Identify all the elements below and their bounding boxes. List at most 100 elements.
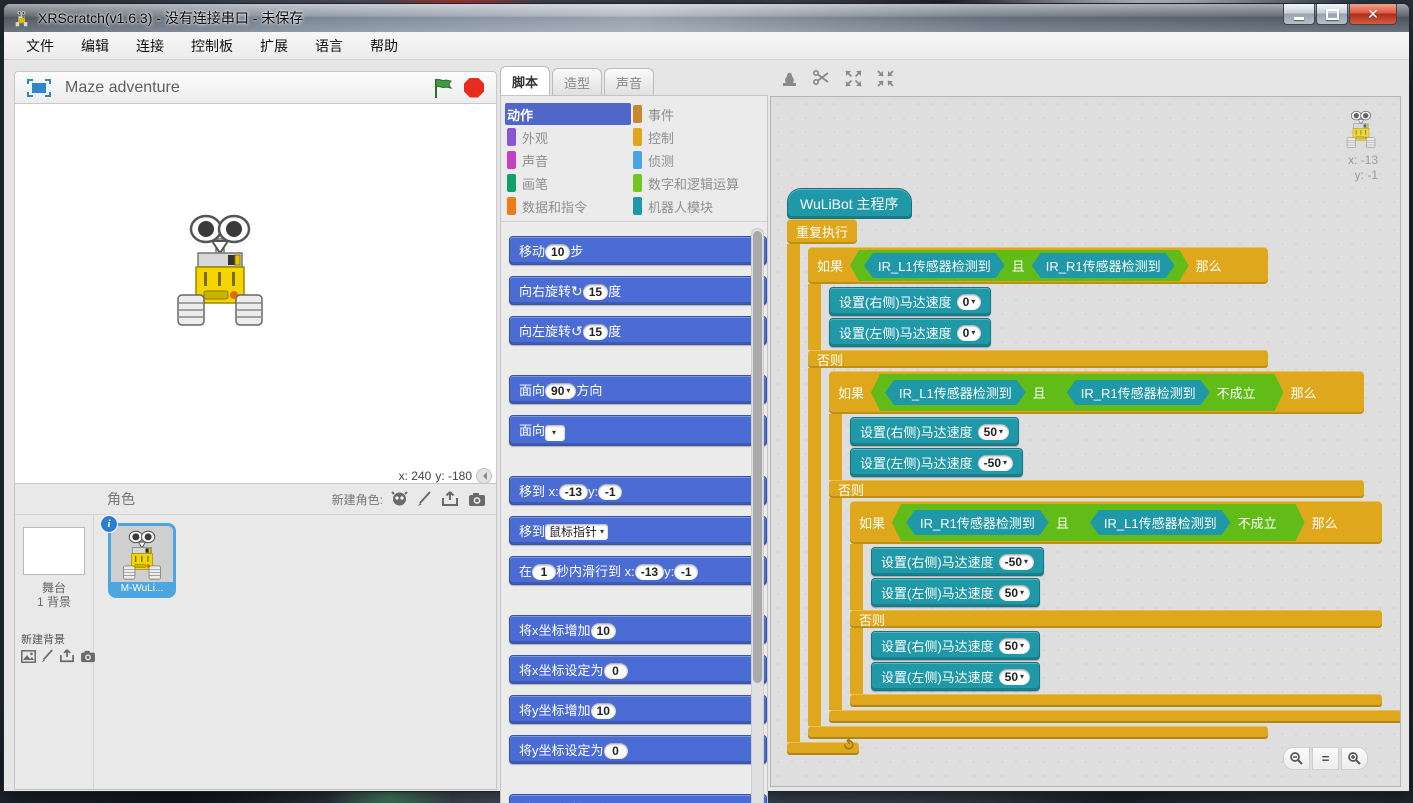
and-operator[interactable]: IR_R1传感器检测到 且 IR_L1传感器检测到 不成立 (892, 504, 1305, 541)
mouse-pointer-dropdown[interactable]: 鼠标指针 (545, 524, 608, 540)
block-glide[interactable]: 在1秒内滑行到 x:-13y:-1 (509, 556, 767, 585)
block-set-x[interactable]: 将x坐标设定为0 (509, 655, 767, 684)
and-operator[interactable]: IR_L1传感器检测到 且 IR_R1传感器检测到 不成立 (871, 374, 1284, 411)
category-data[interactable]: 数据和指令 (505, 195, 631, 217)
green-flag-button[interactable] (432, 77, 454, 99)
and-operator[interactable]: IR_L1传感器检测到 且 IR_R1传感器检测到 (850, 250, 1189, 281)
zoom-controls: = (1283, 747, 1368, 770)
block-turn-right[interactable]: 向右旋转↻15度 (509, 276, 767, 305)
not-operator[interactable]: IR_R1传感器检测到 不成立 (1053, 377, 1270, 408)
category-robot[interactable]: 机器人模块 (631, 195, 763, 217)
stamp-duplicate-icon[interactable] (780, 69, 799, 88)
dropdown-icon[interactable] (545, 425, 565, 441)
block-turn-left[interactable]: 向左旋转↺15度 (509, 316, 767, 345)
category-motion[interactable]: 动作 (505, 103, 631, 125)
sprite-library-icon[interactable] (391, 491, 408, 507)
grow-icon[interactable] (844, 69, 863, 88)
sensor-IR-L1[interactable]: IR_L1传感器检测到 (885, 380, 1026, 405)
sensing-color-swatch (633, 151, 642, 169)
menu-help[interactable]: 帮助 (370, 36, 398, 56)
scissors-delete-icon[interactable] (812, 69, 831, 88)
fullscreen-icon[interactable] (27, 79, 51, 97)
palette-scrollbar[interactable] (751, 228, 764, 803)
shrink-icon[interactable] (876, 69, 895, 88)
looks-color-swatch (507, 128, 516, 146)
stop-button[interactable] (464, 78, 484, 98)
palette-column: 脚本 造型 声音 动作 事件 外观 控制 声音 侦测 画笔 数字和逻辑运算 数据… (500, 67, 768, 789)
stage-canvas[interactable] (14, 104, 497, 468)
menu-edit[interactable]: 编辑 (81, 36, 109, 56)
if-else-block-3[interactable]: 如果 IR_R1传感器检测到 且 IR_L1传感器检测到 (850, 501, 1382, 707)
set-right-motor-block[interactable]: 设置(右侧)马达速度-50 (871, 547, 1044, 576)
title-bar[interactable]: XRScratch(v1.6.3) - 没有连接串口 - 未保存 ✕ (4, 4, 1409, 32)
upload-icon[interactable] (59, 649, 75, 663)
set-right-motor-block[interactable]: 设置(右侧)马达速度50 (871, 631, 1040, 660)
camera-icon[interactable] (468, 492, 486, 507)
category-operators[interactable]: 数字和逻辑运算 (631, 172, 763, 194)
not-operator[interactable]: IR_L1传感器检测到 不成立 (1076, 507, 1291, 538)
category-looks[interactable]: 外观 (505, 126, 631, 148)
sound-color-swatch (507, 151, 516, 169)
image-icon[interactable] (21, 650, 36, 663)
robot-color-swatch (633, 197, 642, 215)
hat-block-main-program[interactable]: WuLiBot 主程序 (787, 188, 912, 219)
close-button[interactable]: ✕ (1349, 4, 1397, 25)
paintbrush-icon[interactable] (417, 491, 432, 507)
forever-block[interactable]: 重复执行 如果 IR_L1传感器检测到 且 IR_R1传感器检测到 (787, 219, 1401, 755)
sensor-IR-R1[interactable]: IR_R1传感器检测到 (906, 510, 1049, 535)
robot-sprite-on-stage[interactable] (170, 209, 270, 329)
block-set-y[interactable]: 将y坐标设定为0 (509, 735, 767, 764)
category-control[interactable]: 控制 (631, 126, 763, 148)
scrollbar-thumb[interactable] (753, 231, 762, 683)
tab-costumes[interactable]: 造型 (552, 68, 602, 95)
menu-language[interactable]: 语言 (315, 36, 343, 56)
category-sensing[interactable]: 侦测 (631, 149, 763, 171)
if-else-block-1[interactable]: 如果 IR_L1传感器检测到 且 IR_R1传感器检测到 那么 (808, 247, 1401, 739)
zoom-out-button[interactable] (1283, 747, 1310, 770)
tab-scripts[interactable]: 脚本 (500, 66, 550, 95)
collapse-stage-button[interactable] (476, 468, 492, 484)
block-point-direction[interactable]: 面向90方向 (509, 375, 767, 404)
category-sound[interactable]: 声音 (505, 149, 631, 171)
maximize-button[interactable] (1316, 4, 1348, 25)
set-left-motor-block[interactable]: 设置(左侧)马达速度0 (829, 318, 991, 347)
if-else-block-2[interactable]: 如果 IR_L1传感器检测到 且 IR_R1传感器检测到 不成立 (829, 371, 1401, 723)
set-left-motor-block[interactable]: 设置(左侧)马达速度50 (871, 578, 1040, 607)
menu-connect[interactable]: 连接 (136, 36, 164, 56)
block-change-x[interactable]: 将x坐标增加10 (509, 615, 767, 644)
zoom-in-button[interactable] (1341, 747, 1368, 770)
workspace: Maze adventure x: 240 y: -180 (4, 60, 1409, 791)
block-goto-xy[interactable]: 移到 x:-13y:-1 (509, 476, 767, 505)
menu-file[interactable]: 文件 (26, 36, 54, 56)
block-move[interactable]: 移动10步 (509, 236, 767, 265)
zoom-reset-button[interactable]: = (1312, 747, 1339, 770)
category-events[interactable]: 事件 (631, 103, 763, 125)
menu-board[interactable]: 控制板 (191, 36, 233, 56)
sprite-thumbnail[interactable] (108, 523, 176, 582)
sensor-IR-L1[interactable]: IR_L1传感器检测到 (1090, 510, 1231, 535)
block-goto-mouse[interactable]: 移到鼠标指针 (509, 516, 767, 545)
script-stack[interactable]: WuLiBot 主程序 重复执行 如果 IR_L1传感器检测到 且 (787, 188, 1401, 755)
category-pen[interactable]: 画笔 (505, 172, 631, 194)
set-right-motor-block[interactable]: 设置(右侧)马达速度50 (850, 417, 1019, 446)
set-left-motor-block[interactable]: 设置(左侧)马达速度-50 (850, 448, 1023, 477)
script-area[interactable]: x: -13 y: -1 WuLiBot 主程序 重复执行 如果 (770, 96, 1401, 787)
minimize-button[interactable] (1283, 4, 1315, 25)
set-left-motor-block[interactable]: 设置(左侧)马达速度50 (871, 662, 1040, 691)
upload-icon[interactable] (441, 491, 459, 507)
mouse-x: x: 240 (399, 469, 432, 483)
if-block-end (829, 710, 1401, 723)
set-right-motor-block[interactable]: 设置(右侧)马达速度0 (829, 287, 991, 316)
sprite-info-badge[interactable]: i (100, 515, 118, 533)
block-change-y[interactable]: 将y坐标增加10 (509, 695, 767, 724)
tab-sounds[interactable]: 声音 (604, 68, 654, 95)
sensor-IR-R1[interactable]: IR_R1传感器检测到 (1067, 380, 1210, 405)
sensor-IR-L1[interactable]: IR_L1传感器检测到 (864, 253, 1005, 278)
paintbrush-icon[interactable] (41, 649, 54, 663)
menu-extension[interactable]: 扩展 (260, 36, 288, 56)
block-bounce-on-edge[interactable]: 碰到边缘就反弹 (509, 794, 767, 803)
sensor-IR-R1[interactable]: IR_R1传感器检测到 (1032, 253, 1175, 278)
block-point-towards[interactable]: 面向 (509, 415, 767, 446)
rotate-cw-icon: ↻ (571, 284, 583, 300)
stage-thumbnail[interactable] (23, 527, 85, 575)
